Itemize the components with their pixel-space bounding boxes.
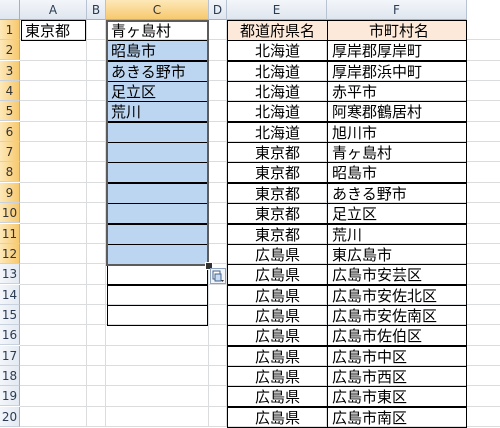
cell-e11[interactable]: 東京都: [227, 224, 328, 245]
select-all-corner[interactable]: [0, 0, 20, 20]
column-header-c[interactable]: C: [106, 0, 209, 20]
spreadsheet[interactable]: A B C D E F 1 2 3 4 5 6 7 8 9 10 11 12 13 14 15 16 17 18 19 20 青ヶ島…: [0, 0, 500, 428]
cell-e18[interactable]: 広島県: [227, 366, 328, 387]
cell-c14[interactable]: [107, 285, 208, 306]
cell-c11[interactable]: [107, 224, 208, 245]
row-header-4[interactable]: 4: [0, 81, 20, 101]
cell-c4[interactable]: 足立区: [107, 81, 208, 102]
row-header-1[interactable]: 1: [0, 20, 20, 40]
column-header-f[interactable]: F: [327, 0, 467, 20]
cell-f16[interactable]: 広島市佐伯区: [327, 325, 467, 346]
column-header-e[interactable]: E: [227, 0, 327, 20]
cell-e12[interactable]: 広島県: [227, 244, 328, 265]
cell-e2[interactable]: 北海道: [227, 40, 328, 61]
cell-f3[interactable]: 厚岸郡浜中町: [327, 61, 467, 82]
row-header-6[interactable]: 6: [0, 122, 20, 142]
cell-c8[interactable]: [107, 162, 208, 183]
cell-c9[interactable]: [107, 183, 208, 204]
row-header-15[interactable]: 15: [0, 305, 20, 325]
cell-e7[interactable]: 東京都: [227, 142, 328, 163]
row-header-20[interactable]: 20: [0, 407, 20, 427]
paste-options-button[interactable]: [210, 268, 226, 284]
cell-e10[interactable]: 東京都: [227, 203, 328, 224]
cell-f9[interactable]: あきる野市: [327, 183, 467, 204]
cell-c2[interactable]: 昭島市: [107, 40, 208, 61]
cell-c1[interactable]: 青ヶ島村: [107, 20, 208, 41]
cell-e9[interactable]: 東京都: [227, 183, 328, 204]
row-header-10[interactable]: 10: [0, 203, 20, 223]
paste-options-icon: [212, 270, 224, 282]
row-header-9[interactable]: 9: [0, 183, 20, 203]
row-header-8[interactable]: 8: [0, 162, 20, 182]
cell-f6[interactable]: 旭川市: [327, 122, 467, 143]
row-header-16[interactable]: 16: [0, 325, 20, 345]
cell-c10[interactable]: [107, 203, 208, 224]
row-header-7[interactable]: 7: [0, 142, 20, 162]
row-header-2[interactable]: 2: [0, 40, 20, 60]
cell-f19[interactable]: 広島市東区: [327, 386, 467, 407]
cell-e8[interactable]: 東京都: [227, 162, 328, 183]
column-header-d[interactable]: D: [209, 0, 227, 20]
cell-e14[interactable]: 広島県: [227, 285, 328, 306]
cell-e1[interactable]: 都道府県名: [227, 20, 328, 41]
row-header-19[interactable]: 19: [0, 386, 20, 406]
row-header-11[interactable]: 11: [0, 224, 20, 244]
row-header-14[interactable]: 14: [0, 285, 20, 305]
cell-f4[interactable]: 赤平市: [327, 81, 467, 102]
cell-f11[interactable]: 荒川: [327, 224, 467, 245]
cell-c6[interactable]: [107, 122, 208, 143]
cell-e17[interactable]: 広島県: [227, 346, 328, 367]
cell-c7[interactable]: [107, 142, 208, 163]
cell-e20[interactable]: 広島県: [227, 407, 328, 428]
cell-c5[interactable]: 荒川: [107, 101, 208, 122]
cell-f7[interactable]: 青ヶ島村: [327, 142, 467, 163]
cell-e16[interactable]: 広島県: [227, 325, 328, 346]
cell-e6[interactable]: 北海道: [227, 122, 328, 143]
column-header-a[interactable]: A: [20, 0, 87, 20]
cell-f14[interactable]: 広島市安佐北区: [327, 285, 467, 306]
cell-f18[interactable]: 広島市西区: [327, 366, 467, 387]
cell-c13[interactable]: [107, 264, 208, 285]
cell-f17[interactable]: 広島市中区: [327, 346, 467, 367]
cell-f12[interactable]: 東広島市: [327, 244, 467, 265]
cell-e5[interactable]: 北海道: [227, 101, 328, 122]
cell-a1[interactable]: 東京都: [21, 20, 86, 41]
row-header-5[interactable]: 5: [0, 101, 20, 121]
row-header-18[interactable]: 18: [0, 366, 20, 386]
cell-f13[interactable]: 広島市安芸区: [327, 264, 467, 285]
cell-f10[interactable]: 足立区: [327, 203, 467, 224]
cell-f8[interactable]: 昭島市: [327, 162, 467, 183]
cell-e4[interactable]: 北海道: [227, 81, 328, 102]
cell-f20[interactable]: 広島市南区: [327, 407, 467, 428]
row-header-13[interactable]: 13: [0, 264, 20, 284]
cell-f1[interactable]: 市町村名: [327, 20, 467, 41]
cell-c15[interactable]: [107, 305, 208, 326]
cell-f5[interactable]: 阿寒郡鶴居村: [327, 101, 467, 122]
cell-e15[interactable]: 広島県: [227, 305, 328, 326]
column-header-b[interactable]: B: [87, 0, 106, 20]
cell-c3[interactable]: あきる野市: [107, 61, 208, 82]
cell-e19[interactable]: 広島県: [227, 386, 328, 407]
cell-e3[interactable]: 北海道: [227, 61, 328, 82]
cell-f2[interactable]: 厚岸郡厚岸町: [327, 40, 467, 61]
cell-c12[interactable]: [107, 244, 208, 265]
cell-f15[interactable]: 広島市安佐南区: [327, 305, 467, 326]
cell-e13[interactable]: 広島県: [227, 264, 328, 285]
row-header-17[interactable]: 17: [0, 346, 20, 366]
row-header-12[interactable]: 12: [0, 244, 20, 264]
row-header-3[interactable]: 3: [0, 61, 20, 81]
